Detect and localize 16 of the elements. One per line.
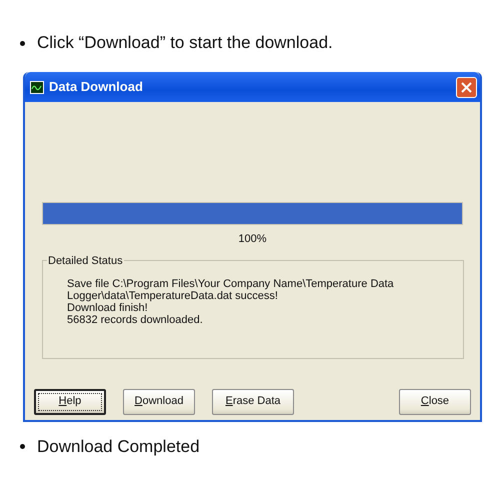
bullet-icon xyxy=(20,444,25,449)
dialog-button[interactable]: Download xyxy=(123,388,195,414)
step-text: Click “Download” to start the download. xyxy=(37,32,333,54)
status-line: 56832 records downloaded. xyxy=(67,314,204,326)
dialog-button[interactable]: Close xyxy=(399,388,471,414)
dialog-button[interactable]: Erase Data xyxy=(212,388,294,414)
status-line: Save file C:\Program Files\Your Company Name\Temperature Data Logger\data\TemperatureData.dat success! xyxy=(67,278,395,302)
step-text: Download Completed xyxy=(37,436,200,458)
app-icon xyxy=(30,80,44,94)
dialog-button[interactable]: Help xyxy=(34,388,106,414)
bullet-icon xyxy=(20,40,25,46)
close-icon xyxy=(461,82,472,92)
window-title: Data Download xyxy=(49,78,144,96)
progress-reading: 100% xyxy=(237,232,268,247)
close-button[interactable] xyxy=(456,76,477,98)
status-line: Download finish! xyxy=(67,302,149,314)
